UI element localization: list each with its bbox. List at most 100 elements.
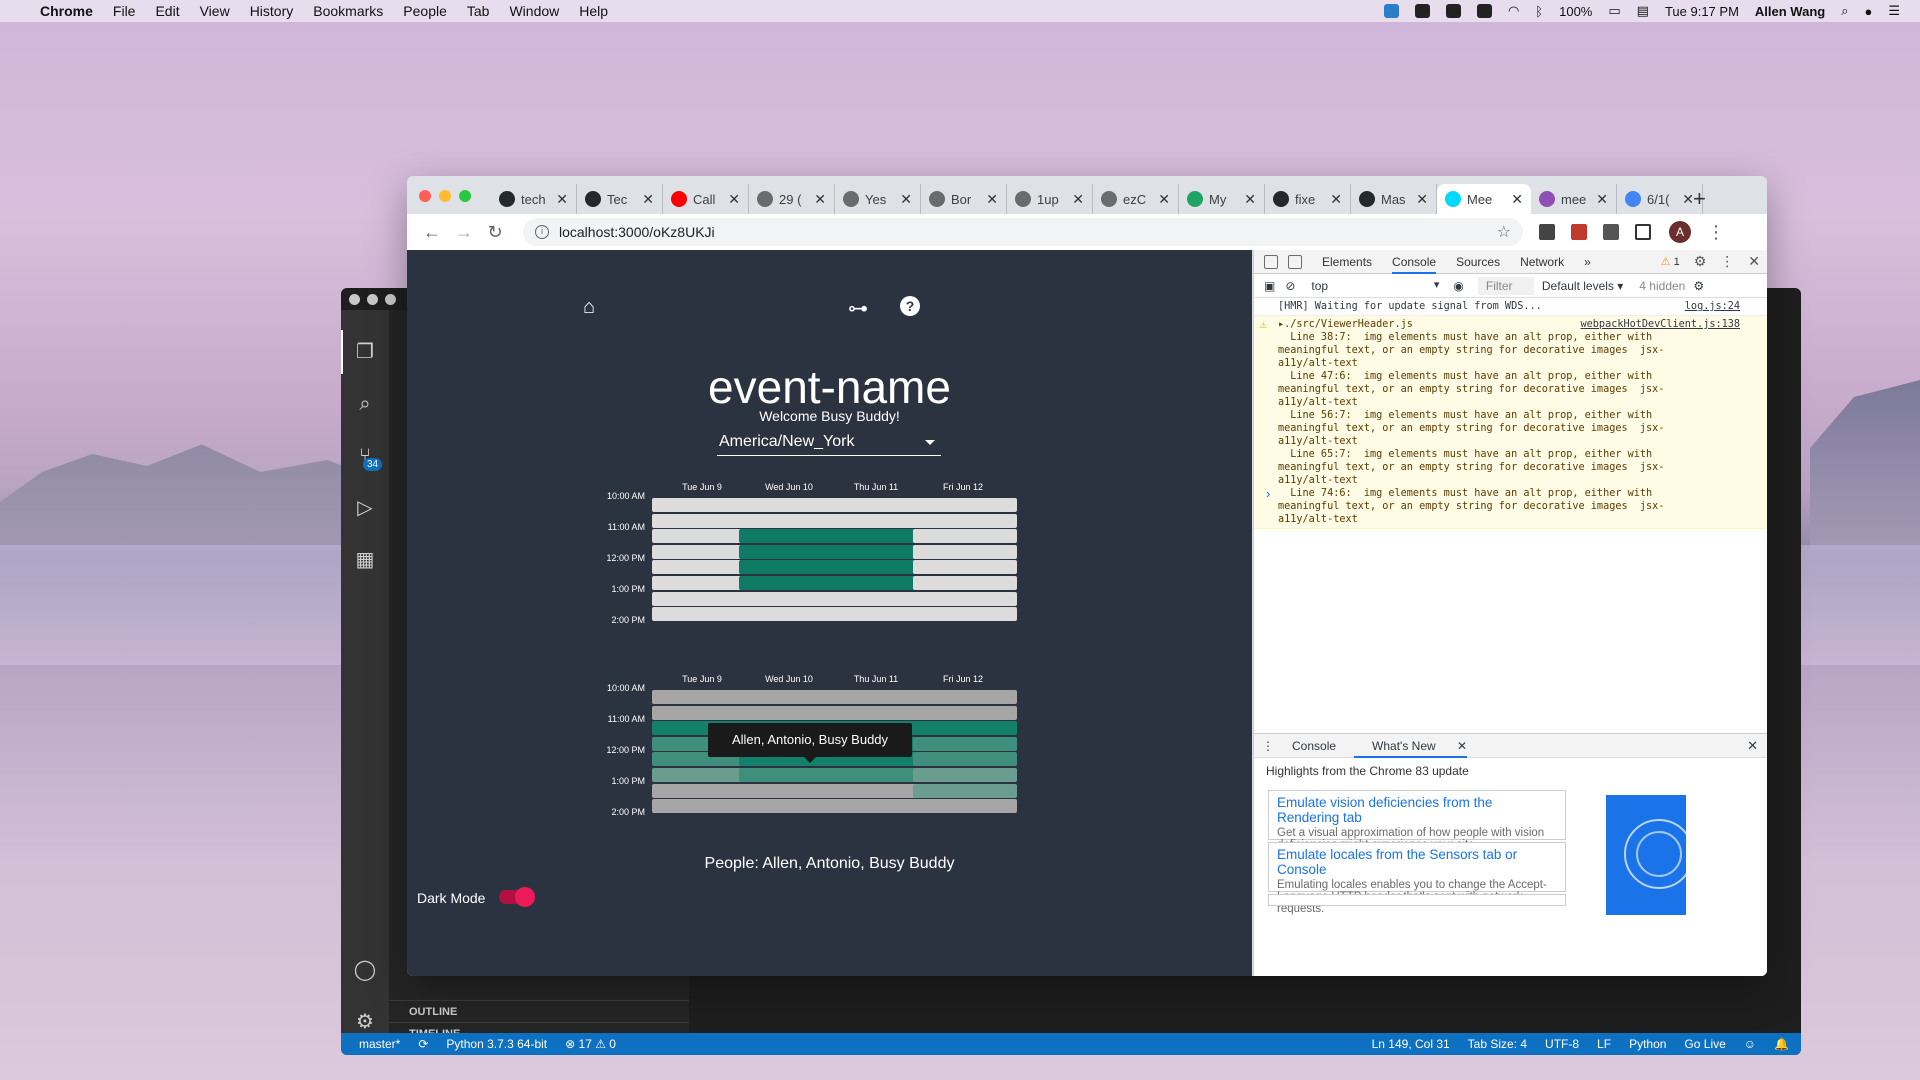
warnings-counter[interactable]: ⚠ 1	[1661, 255, 1680, 268]
console-prompt-icon[interactable]: ›	[1266, 486, 1270, 501]
tab-close-icon[interactable]: ✕	[900, 191, 912, 208]
menu-bookmarks[interactable]: Bookmarks	[313, 3, 383, 19]
bluetooth-icon[interactable]: ᛒ	[1535, 4, 1543, 19]
battery-icon[interactable]: ▭	[1608, 3, 1620, 19]
time-slot-cell[interactable]	[913, 721, 1017, 736]
search-icon[interactable]: ⌕	[353, 392, 377, 416]
menu-history[interactable]: History	[250, 3, 294, 19]
run-debug-icon[interactable]: ▷	[353, 496, 377, 520]
time-slot-cell[interactable]	[913, 544, 1017, 559]
tab-size[interactable]: Tab Size: 4	[1468, 1037, 1527, 1051]
close-dot-icon[interactable]	[349, 294, 360, 305]
sidebar-toggle-icon[interactable]: ▣	[1264, 279, 1275, 293]
time-slot-cell[interactable]	[913, 607, 1017, 622]
minimize-window-icon[interactable]	[439, 190, 451, 202]
settings-gear-icon[interactable]: ⚙	[353, 1010, 377, 1034]
cursor-position[interactable]: Ln 149, Col 31	[1372, 1037, 1450, 1051]
time-slot-cell[interactable]	[913, 768, 1017, 782]
python-interpreter[interactable]: Python 3.7.3 64-bit	[446, 1037, 547, 1051]
warning-source-link[interactable]: webpackHotDevClient.js:138	[1581, 318, 1740, 331]
devtools-tab-network[interactable]: Network	[1520, 250, 1564, 274]
outline-section[interactable]: OUTLINE	[389, 1000, 689, 1022]
devtools-close-icon[interactable]: ✕	[1748, 253, 1760, 270]
extension-f-icon[interactable]	[1603, 224, 1619, 240]
drawer-tab-console[interactable]: Console	[1292, 739, 1336, 753]
browser-tab[interactable]: Mee ✕	[1437, 184, 1531, 214]
browser-tab[interactable]: My ✕	[1179, 184, 1265, 214]
browser-tab[interactable]: Call ✕	[663, 184, 749, 214]
encoding[interactable]: UTF-8	[1545, 1037, 1579, 1051]
time-slot-cell[interactable]	[913, 498, 1017, 512]
time-slot-cell[interactable]	[913, 513, 1017, 528]
user-name[interactable]: Allen Wang	[1755, 4, 1825, 19]
dark-mode-toggle[interactable]	[499, 887, 535, 907]
clock[interactable]: Tue 9:17 PM	[1665, 4, 1739, 19]
menu-app-name[interactable]: Chrome	[40, 3, 93, 19]
time-slot-cell[interactable]	[913, 736, 1017, 751]
spotlight-icon[interactable]: ⌕	[1841, 3, 1848, 19]
account-icon[interactable]: ◯	[353, 958, 377, 982]
link-icon[interactable]: ⊶	[848, 296, 868, 321]
extensions-icon[interactable]: ▦	[353, 548, 377, 572]
url-text[interactable]: localhost:3000/oKz8UKJi	[559, 224, 715, 240]
tab-close-icon[interactable]: ✕	[1244, 191, 1256, 208]
ink-icon[interactable]	[1445, 4, 1461, 18]
git-branch[interactable]: master*	[359, 1037, 400, 1051]
card-title[interactable]: Emulate locales from the Sensors tab or …	[1277, 847, 1557, 877]
help-icon[interactable]: ?	[900, 296, 920, 316]
profile-avatar[interactable]: A	[1669, 221, 1691, 243]
browser-tab[interactable]: 29 (✕	[749, 184, 835, 214]
zoom-dot-icon[interactable]	[385, 294, 396, 305]
browser-tab[interactable]: Tec ✕	[577, 184, 663, 214]
live-expression-eye-icon[interactable]: ◉	[1453, 279, 1463, 293]
go-live-button[interactable]: Go Live	[1684, 1037, 1725, 1051]
devtools-tab-sources[interactable]: Sources	[1456, 250, 1500, 274]
time-slot-cell[interactable]	[913, 576, 1017, 590]
browser-tab[interactable]: fixe ✕	[1265, 184, 1351, 214]
zoom-window-icon[interactable]	[459, 190, 471, 202]
menu-tab[interactable]: Tab	[467, 3, 490, 19]
drawer-close-icon[interactable]: ✕	[1747, 738, 1758, 754]
inspect-element-icon[interactable]	[1264, 254, 1278, 269]
tab-close-icon[interactable]: ✕	[986, 191, 998, 208]
extension-capture-icon[interactable]	[1635, 224, 1651, 240]
time-slot-cell[interactable]	[913, 529, 1017, 544]
tab-close-icon[interactable]: ✕	[556, 191, 568, 208]
tab-close-icon[interactable]: ✕	[1511, 191, 1523, 208]
wifi-icon[interactable]: ◠	[1508, 3, 1519, 19]
time-slot-cell[interactable]	[913, 799, 1017, 814]
tab-close-icon[interactable]: ✕	[1330, 191, 1342, 208]
devtools-tab-elements[interactable]: Elements	[1322, 250, 1372, 274]
tab-close-icon[interactable]: ✕	[1158, 191, 1170, 208]
back-arrow-icon[interactable]: ←	[423, 222, 441, 243]
menu-edit[interactable]: Edit	[155, 3, 179, 19]
clear-console-icon[interactable]: ⊘	[1285, 279, 1295, 293]
extension-h-icon[interactable]	[1539, 224, 1555, 240]
time-slot-cell[interactable]	[913, 705, 1017, 720]
console-filter-input[interactable]: Filter	[1477, 276, 1534, 295]
bookmark-star-icon[interactable]: ☆	[1497, 222, 1511, 242]
browser-tab[interactable]: Bor ✕	[921, 184, 1007, 214]
problems-count[interactable]: ⊗ 17 ⚠ 0	[565, 1037, 616, 1051]
browser-tab[interactable]: tech ✕	[491, 184, 577, 214]
notifications-icon[interactable]: 🔔	[1774, 1037, 1789, 1051]
log-source-link[interactable]: log.js:24	[1685, 300, 1740, 313]
warning-head[interactable]: ▸./src/ViewerHeader.js	[1278, 319, 1413, 330]
forward-arrow-icon[interactable]: →	[455, 222, 473, 243]
close-window-icon[interactable]	[419, 190, 431, 202]
tab-close-icon[interactable]: ✕	[728, 191, 740, 208]
whats-new-card[interactable]: Emulate locales from the Sensors tab or …	[1268, 842, 1566, 915]
console-settings-icon[interactable]: ⚙	[1693, 279, 1704, 293]
drawer-tab-whats-new[interactable]: What's New ✕	[1354, 734, 1468, 758]
sync-icon[interactable]: ⟳	[418, 1037, 428, 1051]
home-icon[interactable]: ⌂	[583, 296, 595, 319]
devtools-tab-console[interactable]: Console	[1392, 250, 1437, 274]
calendar-icon[interactable]	[1383, 4, 1399, 18]
browser-tab[interactable]: Yes ✕	[835, 184, 921, 214]
log-levels-select[interactable]: Default levels ▾	[1542, 279, 1623, 293]
language-mode[interactable]: Python	[1629, 1037, 1666, 1051]
browser-tab[interactable]: mee ✕	[1531, 184, 1617, 214]
browser-tab[interactable]: 6/1(✕	[1617, 184, 1703, 214]
browser-tab[interactable]: Mas ✕	[1351, 184, 1437, 214]
minimize-dot-icon[interactable]	[367, 294, 378, 305]
